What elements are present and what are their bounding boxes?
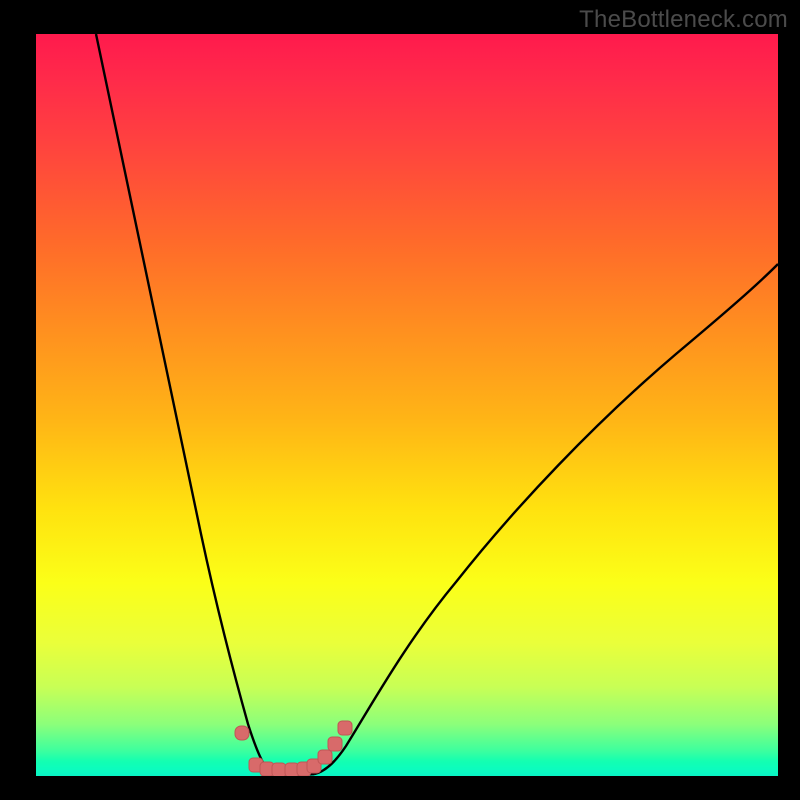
curve-marker bbox=[338, 721, 352, 735]
plot-area bbox=[36, 34, 778, 776]
outer-frame: TheBottleneck.com bbox=[0, 0, 800, 800]
watermark-text: TheBottleneck.com bbox=[579, 6, 788, 34]
marker-group bbox=[235, 721, 352, 776]
curve-marker bbox=[328, 737, 342, 751]
curve-marker bbox=[272, 763, 286, 776]
curve-marker bbox=[235, 726, 249, 740]
curve-marker bbox=[318, 750, 332, 764]
bottleneck-curve-svg bbox=[36, 34, 778, 776]
curve-group bbox=[96, 34, 778, 775]
curve-left-branch bbox=[96, 34, 276, 774]
curve-right-branch bbox=[314, 264, 778, 774]
